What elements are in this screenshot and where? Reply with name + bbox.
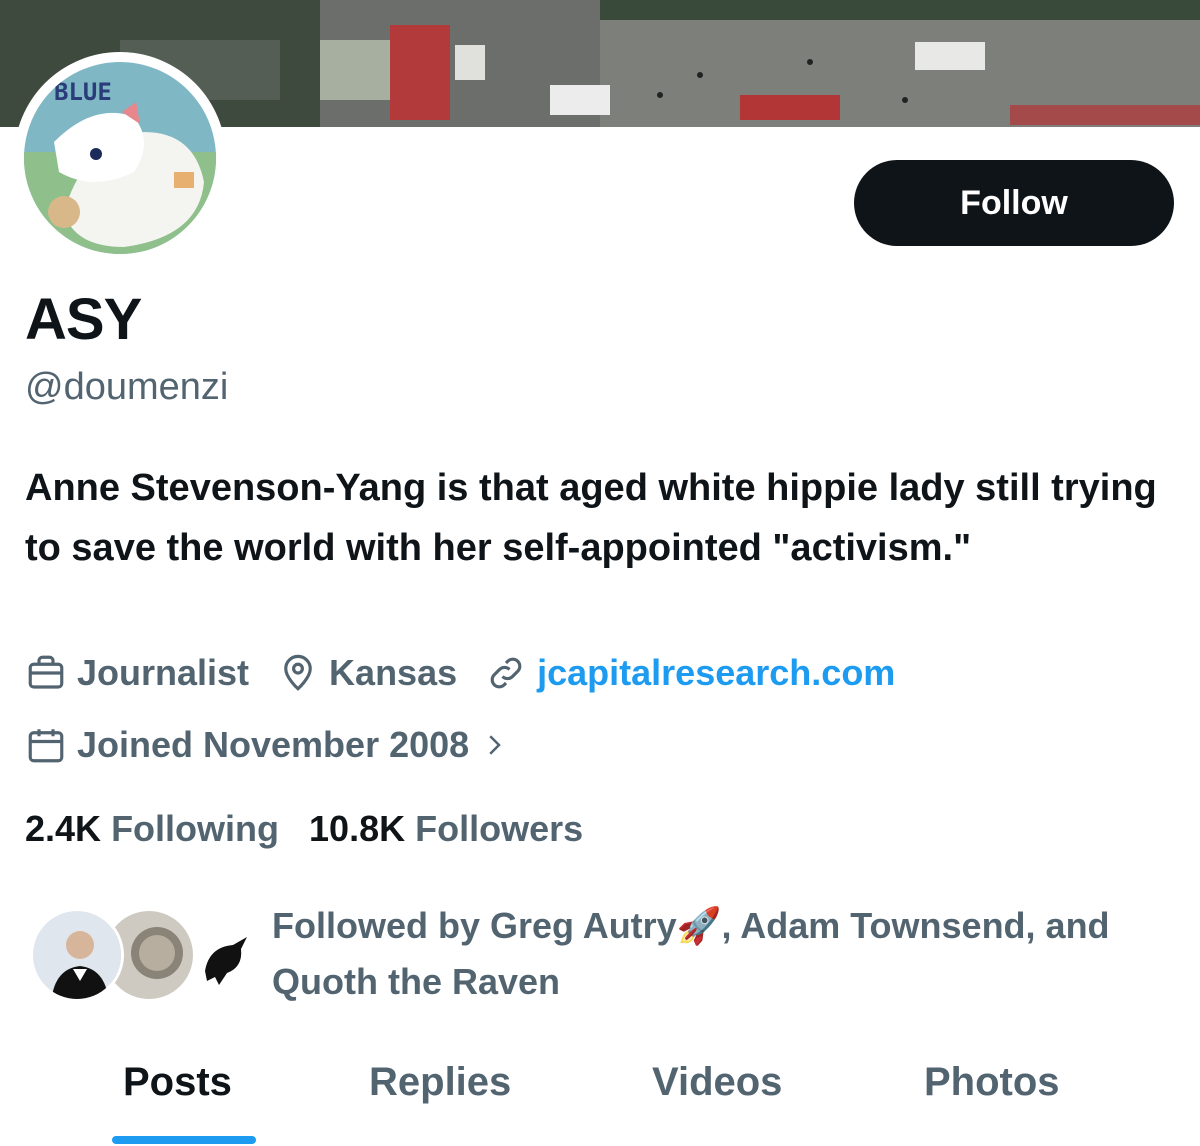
joined-label: Joined November 2008 [77, 724, 470, 765]
briefcase-icon [28, 655, 64, 689]
website-item[interactable]: jcapitalresearch.com [485, 652, 895, 694]
profile-stats: 2.4K Following 10.8K Followers [25, 808, 613, 850]
tab-replies[interactable]: Replies [369, 1060, 511, 1105]
followed-by-text[interactable]: Followed by Greg Autry🚀, Adam Townsend, … [272, 898, 1172, 1010]
profile-bio: Anne Stevenson-Yang is that aged white h… [25, 467, 1157, 569]
location-label: Kansas [329, 652, 458, 693]
active-tab-indicator [112, 1136, 256, 1144]
profile-tabs: Posts Replies Videos Photos [0, 1040, 1200, 1146]
followers-count: 10.8K [309, 808, 406, 849]
link-icon [490, 657, 522, 689]
followers-stat[interactable]: 10.8K Followers [309, 808, 583, 850]
chevron-right-icon [489, 735, 501, 755]
profession-label: Journalist [77, 652, 250, 693]
profession-item: Journalist [25, 652, 249, 694]
tab-videos[interactable]: Videos [652, 1060, 782, 1105]
follow-button[interactable]: Follow [854, 160, 1174, 246]
following-label: Following [111, 808, 280, 849]
followers-label: Followers [415, 808, 584, 849]
tab-posts[interactable]: Posts [123, 1060, 232, 1105]
profile-avatar[interactable]: BLUE [14, 52, 226, 264]
calendar-icon [28, 729, 64, 763]
followed-by-avatars[interactable] [30, 908, 268, 1004]
joined-row[interactable]: Joined November 2008 [25, 724, 547, 766]
location-pin-icon [284, 654, 312, 691]
avatar-text: BLUE [54, 78, 112, 106]
user-handle: @doumenzi [25, 366, 229, 408]
follower-avatar [30, 908, 124, 1002]
display-name: ASY [25, 287, 142, 352]
location-item: Kansas [277, 652, 457, 694]
followed-by-prefix: Followed by Greg Autry [272, 905, 677, 946]
joined-item[interactable]: Joined November 2008 [25, 724, 519, 766]
profile-meta-row: Journalist Kansas jcapitalresearch.com [25, 652, 923, 694]
website-link[interactable]: jcapitalresearch.com [537, 652, 895, 694]
tab-photos[interactable]: Photos [924, 1060, 1060, 1105]
following-count: 2.4K [25, 808, 102, 849]
following-stat[interactable]: 2.4K Following [25, 808, 279, 850]
rocket-emoji: 🚀 [676, 905, 722, 946]
